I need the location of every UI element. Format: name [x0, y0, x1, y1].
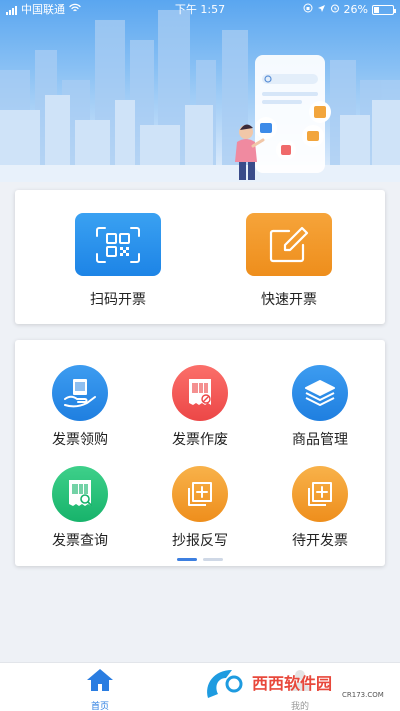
alarm-icon: [330, 0, 340, 20]
page-dot-2[interactable]: [203, 558, 223, 561]
copy-add-icon: [172, 466, 228, 522]
quick-actions-card: 扫码开票 快速开票: [15, 190, 385, 324]
scan-invoice-label: 扫码开票: [90, 292, 146, 308]
invoice-purchase-icon: [52, 365, 108, 421]
hero-banner: 中国联通 下午 1:57 26%: [0, 0, 400, 182]
invoice-void-icon: [172, 365, 228, 421]
battery-icon: [372, 5, 396, 15]
battery-percent: 26%: [343, 3, 368, 16]
page-dot-1[interactable]: [177, 558, 197, 561]
product-management-button[interactable]: 商品管理: [265, 365, 375, 449]
pending-invoice-button[interactable]: 待开发票: [265, 466, 375, 550]
copy-report-label: 抄报反写: [172, 533, 228, 549]
lock-rotation-icon: [303, 0, 313, 20]
edit-icon: [246, 213, 332, 276]
invoice-search-icon: [52, 466, 108, 522]
layers-icon: [292, 365, 348, 421]
copy-add-icon: [292, 466, 348, 522]
invoice-void-label: 发票作废: [172, 432, 228, 448]
page-indicator[interactable]: [15, 558, 385, 561]
invoice-search-label: 发票查询: [52, 533, 108, 549]
svg-text:西西软件园: 西西软件园: [252, 674, 332, 693]
site-watermark-logo: 西西软件园 CR173.COM: [207, 670, 386, 699]
product-management-label: 商品管理: [292, 432, 348, 448]
status-bar: 中国联通 下午 1:57 26%: [0, 0, 400, 20]
svg-text:CR173.COM: CR173.COM: [342, 691, 384, 699]
tab-home[interactable]: 首页: [70, 667, 130, 711]
invoice-void-button[interactable]: 发票作废: [145, 365, 255, 449]
location-icon: [317, 0, 326, 20]
tab-home-label: 首页: [90, 702, 109, 711]
home-icon: [87, 669, 113, 691]
feature-grid-card: 发票领购 发票作废 商品管理 发票查询 抄报反写 待开发票: [15, 340, 385, 566]
city-illustration: [0, 10, 400, 182]
invoice-purchase-label: 发票领购: [52, 432, 108, 448]
copy-report-button[interactable]: 抄报反写: [145, 466, 255, 550]
quick-invoice-label: 快速开票: [261, 292, 317, 308]
scan-invoice-button[interactable]: 扫码开票: [68, 213, 168, 309]
invoice-purchase-button[interactable]: 发票领购: [25, 365, 135, 449]
qr-scan-icon: [75, 213, 161, 276]
pending-invoice-label: 待开发票: [292, 533, 348, 549]
quick-invoice-button[interactable]: 快速开票: [239, 213, 339, 309]
invoice-search-button[interactable]: 发票查询: [25, 466, 135, 550]
